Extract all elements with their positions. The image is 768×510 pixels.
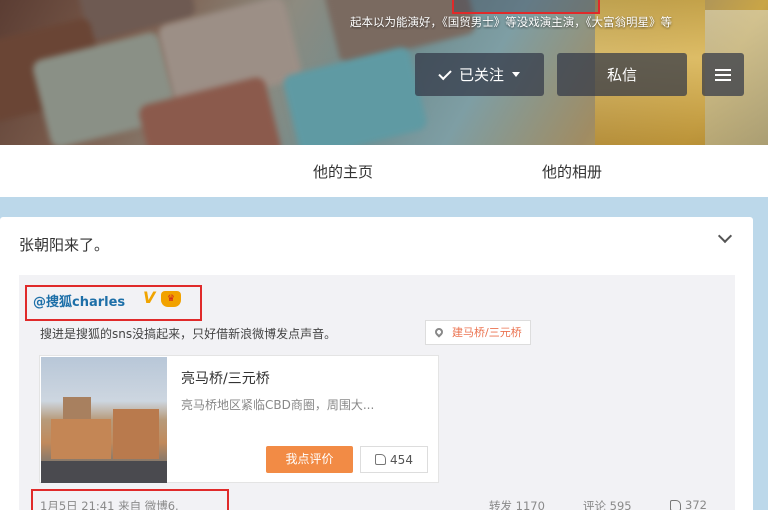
post-text: 张朝阳来了。: [19, 236, 110, 254]
photo-building: [63, 397, 91, 421]
location-tag-label: 建马桥/三元桥: [452, 326, 522, 339]
share-count[interactable]: 转发 1170: [489, 498, 545, 510]
repost-block: @搜狐charles V ♛ 搜进是搜狐的sns没搞起来，只好借新浪微博发点声音…: [19, 275, 735, 510]
cover-tile: [281, 45, 429, 145]
message-button[interactable]: 私信: [557, 53, 687, 96]
like-count: 372: [685, 498, 707, 510]
more-menu-button[interactable]: [702, 53, 744, 96]
place-like-count: 454: [390, 452, 413, 467]
thumbs-up-icon: [670, 499, 681, 510]
check-icon: [438, 66, 452, 80]
comment-count[interactable]: 评论 595: [583, 498, 632, 510]
vip-crown-icon: ♛: [161, 291, 181, 307]
location-tag[interactable]: 建马桥/三元桥: [425, 320, 531, 345]
place-description: 亮马桥地区紧临CBD商圈，周围大...: [181, 398, 375, 412]
profile-name-highlight: [452, 0, 600, 14]
profile-cover: 起本以为能演好，《国贸男士》等没戏演主演，《大富翁明星》等 已关注 私信: [0, 0, 768, 145]
repost-text: 搜进是搜狐的sns没搞起来，只好借新浪微博发点声音。: [40, 327, 337, 341]
post-timestamp[interactable]: 1月5日 21:41 来自 微博6.: [40, 498, 179, 510]
chevron-down-icon[interactable]: [717, 228, 733, 244]
place-like-button[interactable]: 454: [360, 446, 428, 473]
profile-tab-bar: 他的主页 他的相册: [0, 145, 768, 197]
message-label: 私信: [606, 66, 637, 84]
place-title[interactable]: 亮马桥/三元桥: [181, 368, 270, 388]
caret-down-icon: [512, 72, 520, 77]
location-pin-icon: [433, 326, 445, 338]
tab-home[interactable]: 他的主页: [313, 161, 373, 182]
place-photo: [41, 357, 167, 483]
follow-button[interactable]: 已关注: [415, 53, 544, 96]
profile-intro: 起本以为能演好，《国贸男士》等没戏演主演，《大富翁明星》等: [350, 15, 672, 29]
photo-building: [51, 419, 111, 459]
like-button[interactable]: 372: [670, 498, 707, 510]
repost-author-link[interactable]: @搜狐charles: [33, 291, 125, 310]
place-card[interactable]: 亮马桥/三元桥 亮马桥地区紧临CBD商圈，周围大... 我点评价 454: [39, 355, 439, 483]
verified-icon: V: [143, 288, 156, 307]
photo-building: [113, 409, 159, 459]
photo-road: [41, 461, 167, 483]
feed-card: 张朝阳来了。 @搜狐charles V ♛ 搜进是搜狐的sns没搞起来，只好借新…: [0, 217, 753, 510]
thumbs-up-icon: [375, 454, 387, 465]
tab-album[interactable]: 他的相册: [542, 161, 602, 182]
review-button[interactable]: 我点评价: [266, 446, 353, 473]
menu-icon: [715, 68, 731, 81]
follow-label: 已关注: [458, 66, 504, 84]
